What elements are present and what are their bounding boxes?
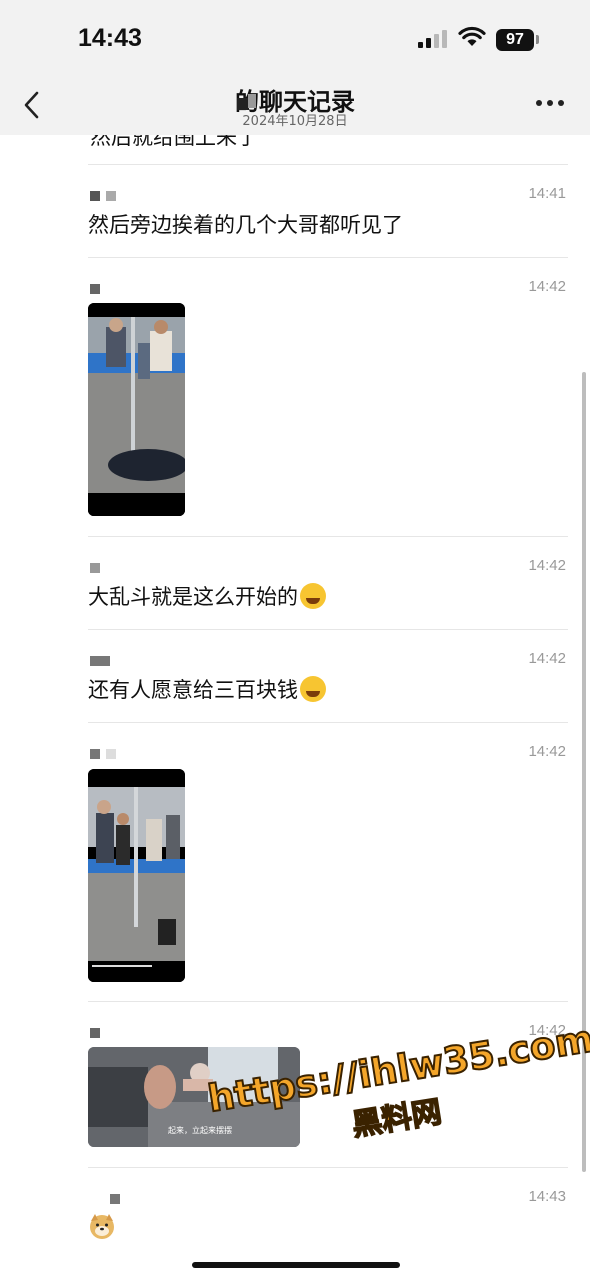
message-text: 还有人愿意给三百块钱 [88,674,326,704]
divider [88,629,568,630]
redacted-sender-name [90,191,116,201]
status-bar: 14:43 97 [0,0,590,80]
message-text: 大乱斗就是这么开始的 [88,581,326,611]
redacted-sender-name [110,1194,120,1204]
divider [88,536,568,537]
redacted-sender-name [90,749,116,759]
message-timestamp: 14:42 [528,557,566,574]
redacted-sender-name [90,656,110,666]
redacted-sender-name [90,1028,100,1038]
redacted-sender-name [90,284,100,294]
cellular-signal-icon [418,30,447,48]
message-text: 然后就给围上来了 [90,135,258,149]
subway-scene-image [88,769,185,982]
status-time: 14:43 [78,24,142,52]
message-timestamp: 14:42 [528,278,566,295]
battery-tip [536,35,539,44]
page-subtitle: 2024年10月28日 [242,114,348,129]
more-options-icon[interactable] [536,100,566,108]
video-thumbnail[interactable] [88,303,185,516]
redaction-mark [248,94,256,108]
home-indicator[interactable] [192,1262,400,1268]
redacted-sender-name [90,563,100,573]
message-timestamp: 14:43 [528,1188,566,1205]
wifi-icon [458,26,486,46]
message-timestamp: 14:41 [528,185,566,202]
message-timestamp: 14:42 [528,743,566,760]
crying-laughing-emoji-icon [300,583,326,609]
message-timestamp: 14:42 [528,650,566,667]
battery-indicator: 97 [496,29,534,51]
message-text: 然后旁边挨着的几个大哥都听见了 [88,213,403,237]
crying-laughing-emoji-icon [300,676,326,702]
divider [88,257,568,258]
chat-header: 的聊天记录 2024年10月28日 [0,80,590,135]
video-thumbnail[interactable] [88,769,185,982]
subway-scene-image [88,303,185,516]
doge-emoji-icon [90,1214,114,1239]
divider [88,1001,568,1002]
divider [88,722,568,723]
message-text-body: 大乱斗就是这么开始的 [88,585,298,609]
divider [88,164,568,165]
message-text-body: 还有人愿意给三百块钱 [88,678,298,702]
